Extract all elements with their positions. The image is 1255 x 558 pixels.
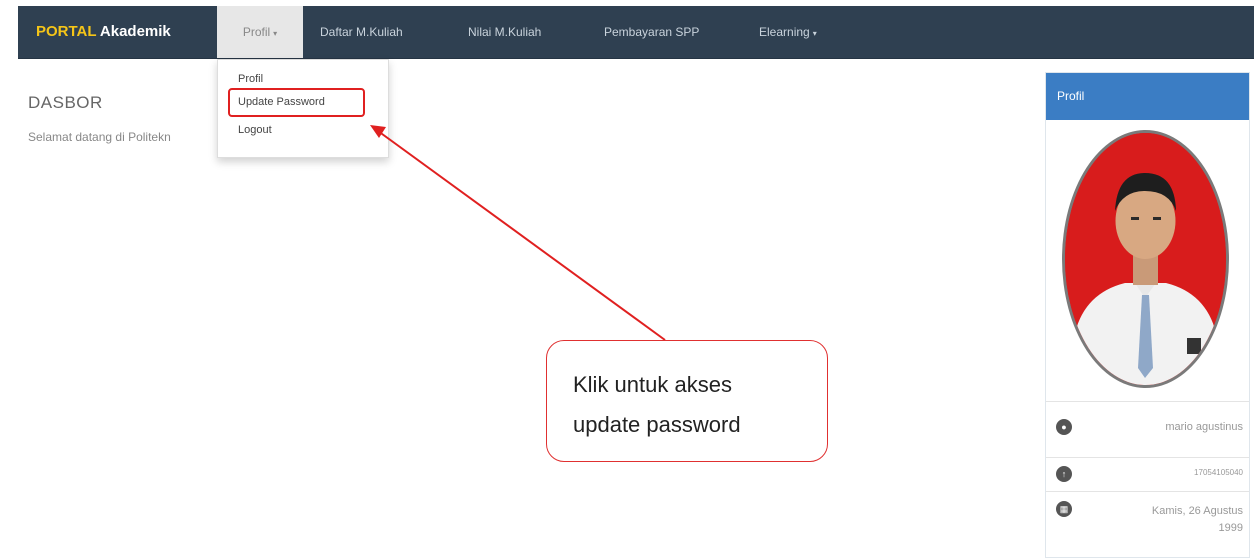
annotation-arrow (370, 125, 666, 341)
callout-text: Klik untuk akses update password (573, 365, 741, 445)
callout-line1: Klik untuk akses (573, 372, 732, 397)
annotation-callout: Klik untuk akses update password (546, 340, 828, 462)
callout-line2: update password (573, 412, 741, 437)
arrow-line (377, 130, 666, 341)
